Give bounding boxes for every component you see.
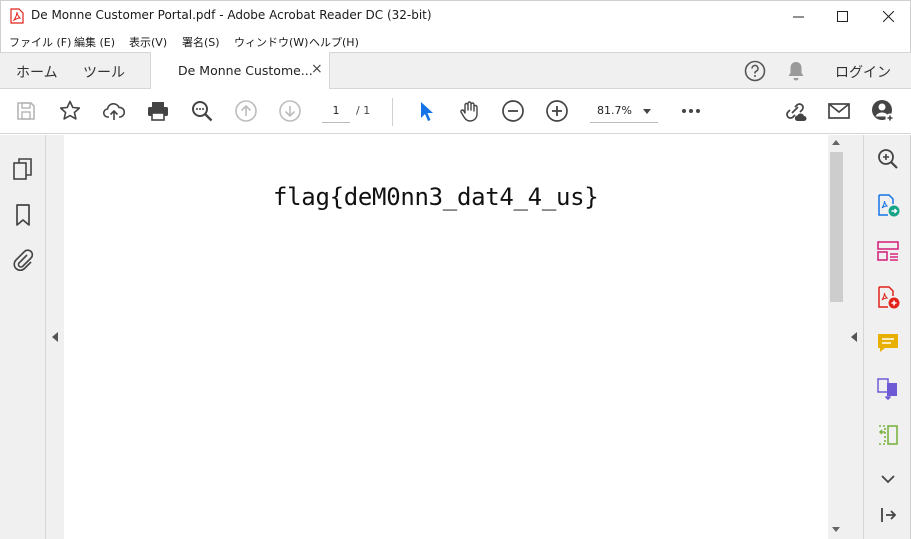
attachment-icon[interactable] [12,248,34,272]
toolbar: 1 / 1 81.7% [0,89,911,134]
scroll-thumb[interactable] [830,152,843,302]
combine-files-icon[interactable] [876,377,900,401]
upload-cloud-button[interactable] [102,99,126,123]
minimize-button[interactable] [775,1,821,32]
vertical-scrollbar[interactable] [828,135,845,539]
create-pdf-icon[interactable] [876,285,900,309]
scroll-up-arrow-icon[interactable] [832,140,840,145]
menu-help[interactable]: ヘルプ(H) [309,34,359,50]
bookmark-star-button[interactable] [58,99,82,123]
minimize-icon [792,16,804,18]
zoom-search-icon[interactable] [876,147,900,171]
zoom-level-dropdown[interactable]: 81.7% [590,101,658,123]
login-button[interactable]: ログイン [835,62,891,82]
bell-icon[interactable] [786,60,806,82]
title-bar: De Monne Customer Portal.pdf - Adobe Acr… [0,0,911,31]
acrobat-app-icon [10,8,24,24]
page-total: / 1 [356,104,371,117]
share-link-button[interactable] [783,99,807,123]
maximize-icon [836,11,848,22]
hand-icon [460,101,478,122]
left-pane-collapse-toggle[interactable] [46,135,64,539]
email-button[interactable] [827,99,851,123]
scroll-down-arrow-icon[interactable] [832,527,840,532]
menu-file[interactable]: ファイル (F) [9,34,71,50]
right-pane-collapse-toggle[interactable] [845,135,863,539]
select-tool-button[interactable] [414,99,438,123]
page-thumbnails-icon[interactable] [12,157,34,181]
printer-icon [148,102,168,121]
left-navigation-pane [0,135,46,539]
star-icon [59,100,81,120]
zoom-in-button[interactable] [545,99,569,123]
bookmark-icon[interactable] [12,203,34,227]
chevron-left-icon [851,332,857,342]
menu-edit[interactable]: 編集 (E) [74,34,115,50]
zoom-out-icon [502,100,524,122]
search-button[interactable] [190,99,214,123]
tab-tools[interactable]: ツール [83,62,125,82]
print-button[interactable] [146,99,170,123]
export-pdf-icon[interactable] [876,193,900,217]
hand-tool-button[interactable] [458,99,482,123]
link-cloud-icon [786,103,807,121]
zoom-value: 81.7% [597,104,632,117]
page-number-input[interactable]: 1 [322,101,350,123]
compare-files-icon[interactable] [876,423,900,447]
cloud-upload-icon [102,103,126,120]
tab-home[interactable]: ホーム [16,62,58,82]
previous-page-button[interactable] [234,99,258,123]
toolbar-divider [392,98,393,126]
menu-window[interactable]: ウィンドウ(W) [234,34,308,50]
search-icon [192,101,213,122]
menu-sign[interactable]: 署名(S) [182,34,220,50]
save-icon [17,102,35,120]
close-tab-button[interactable]: × [311,61,323,77]
chevron-down-icon[interactable] [876,467,900,491]
comment-icon[interactable] [876,331,900,355]
next-page-button[interactable] [278,99,302,123]
collapse-pane-icon[interactable] [876,503,900,527]
chevron-left-icon [52,332,58,342]
cursor-arrow-icon [421,102,433,121]
document-viewport[interactable]: flag{deM0nn3_dat4_4_us} [64,135,828,539]
tab-document[interactable]: De Monne Custome... × [150,52,330,89]
menu-bar: ファイル (F) 編集 (E) 表示(V) 署名(S) ウィンドウ(W) ヘルプ… [0,31,911,52]
zoom-out-button[interactable] [501,99,525,123]
arrow-up-circle-icon [235,100,257,122]
user-plus-icon [872,100,895,123]
more-tools-button[interactable] [679,99,703,123]
help-icon[interactable] [744,60,766,82]
close-icon [882,11,894,22]
envelope-icon [828,103,850,119]
close-window-button[interactable] [865,1,911,32]
chevron-down-icon [643,109,651,114]
document-text: flag{deM0nn3_dat4_4_us} [273,183,599,211]
organize-pages-icon[interactable] [876,239,900,263]
tab-bar: ホーム ツール De Monne Custome... × ログイン [0,52,911,89]
window-title: De Monne Customer Portal.pdf - Adobe Acr… [31,8,432,22]
save-button[interactable] [14,99,38,123]
document-tab-label: De Monne Custome... [178,63,313,78]
zoom-in-icon [546,100,568,122]
tools-pane [863,135,911,539]
arrow-down-circle-icon [279,100,301,122]
maximize-button[interactable] [819,1,865,32]
menu-view[interactable]: 表示(V) [129,34,167,50]
more-dots-icon [682,109,700,113]
add-user-button[interactable] [871,99,895,123]
